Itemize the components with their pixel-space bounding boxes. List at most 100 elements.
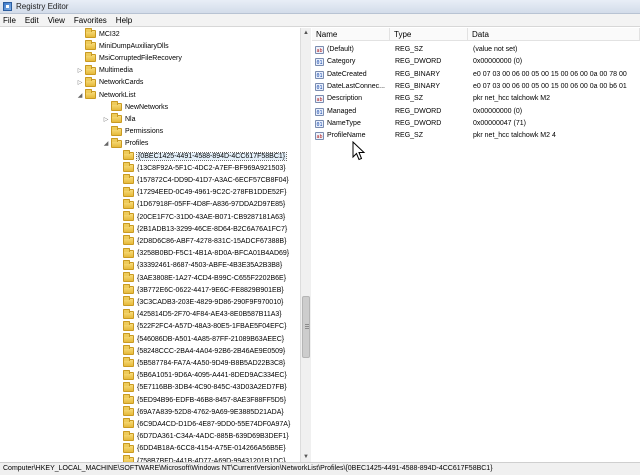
- binary-value-icon: 01: [315, 58, 324, 67]
- tree-item[interactable]: {13C8F92A-5F1C-4DC2-A7EF-BF969A921503}: [114, 162, 286, 174]
- column-name-header[interactable]: Name: [312, 28, 390, 41]
- value-name-cell: 01 Managed: [315, 106, 391, 118]
- scroll-thumb[interactable]: [302, 296, 310, 358]
- tree-item[interactable]: MiniDumpAuxiliaryDlls: [76, 40, 169, 52]
- expand-arrow-icon[interactable]: ◢: [76, 92, 84, 99]
- value-row[interactable]: 01 DateLastConnec... REG_BINARY e0 07 03 00…: [312, 81, 640, 93]
- value-row[interactable]: ab (Default) REG_SZ (value not set): [312, 44, 640, 56]
- folder-icon: [111, 125, 122, 136]
- tree-item[interactable]: {20CE1F7C-31D0-43AE-B071-CB9287181A63}: [114, 211, 285, 223]
- value-row[interactable]: 01 Category REG_DWORD 0x00000000 (0): [312, 56, 640, 68]
- tree-item[interactable]: {425814D5-2F70-4F84-AE43-8E0B587B11A3}: [114, 308, 282, 321]
- tree-item[interactable]: {6C9DA4CD-D1D6-4E87-9DD0-55E74DF0A97A}: [114, 418, 290, 430]
- scroll-down-arrow-icon[interactable]: ▼: [301, 452, 311, 462]
- tree-item[interactable]: ◢ Profiles: [102, 137, 148, 150]
- folder-icon: [123, 198, 134, 209]
- folder-icon: [123, 186, 134, 197]
- tree-item-label: Multimedia: [99, 67, 133, 75]
- tree-item[interactable]: {157872C4-DD9D-41D7-A3AC-6ECF57CB8F04}: [114, 174, 289, 186]
- scroll-up-arrow-icon[interactable]: ▲: [301, 28, 311, 38]
- tree-item[interactable]: {2D8D6C86-ABF7-4278-831C-15ADCF67388B}: [114, 235, 286, 247]
- tree-item[interactable]: ▷ NetworkCards: [76, 76, 143, 89]
- tree-item[interactable]: {546086DB-A501-4A85-87FF-21089B63AEEC}: [114, 333, 284, 345]
- expand-arrow-icon[interactable]: ◢: [102, 140, 110, 147]
- value-name-cell: ab Description: [315, 93, 391, 105]
- column-data-header[interactable]: Data: [468, 28, 640, 41]
- tree-item[interactable]: {58248CCC-2BA4-4A04-92B6-2B46AE9E0509}: [114, 345, 285, 357]
- tree-item[interactable]: {3AE3808E-1A27-4CD4-B99C-C655F2202B6E}: [114, 272, 286, 284]
- value-data: 0x00000000 (0): [473, 107, 523, 115]
- tree-item-label: {5E7116BB-3DB4-4C90-845C-43D03A2ED7FB}: [137, 384, 287, 392]
- tree-item-label: {13C8F92A-5F1C-4DC2-A7EF-BF969A921503}: [137, 164, 286, 172]
- value-row[interactable]: 01 DateCreated REG_BINARY e0 07 03 00 06 00…: [312, 69, 640, 81]
- tree-item[interactable]: {6DD4B18A-6CC8-4154-A75E-014266A56B5E}: [114, 442, 286, 455]
- tree-item[interactable]: {17294EED-0C49-4961-9C2C-278FB1DDE52F}: [114, 186, 287, 199]
- tree-item-label: {546086DB-A501-4A85-87FF-21089B63AEEC}: [137, 335, 285, 343]
- tree-item[interactable]: {1D67918F-05FF-4D8F-A836-97DDA2D97E85}: [114, 198, 285, 211]
- value-type: REG_BINARY: [395, 82, 440, 90]
- folder-icon: [123, 296, 134, 307]
- tree-item-label: {17294EED-0C49-4961-9C2C-278FB1DDE52F}: [137, 189, 287, 197]
- tree-item-label: {2B1ADB13-3299-46CE-8D64-B2C6A76A1FC7}: [137, 225, 288, 233]
- menu-help[interactable]: Help: [116, 16, 132, 25]
- tree-item[interactable]: {5B587784-FA7A-4A50-9D49-B8B5AD22B3C8}: [114, 357, 285, 369]
- tree-scrollbar[interactable]: ▲ ▼: [300, 28, 311, 462]
- tree-item[interactable]: {522F2FC4-A57D-48A3-80E5-1FBAE5F04EFC}: [114, 320, 286, 333]
- expand-arrow-icon[interactable]: ▷: [76, 67, 84, 74]
- menu-favorites[interactable]: Favorites: [74, 16, 107, 25]
- menu-file[interactable]: File: [3, 16, 16, 25]
- value-name: (Default): [327, 46, 354, 53]
- tree-item-label: {3258B0BD-F5C1-4B1A-8D0A-BFCA01B4AD69}: [137, 250, 290, 258]
- folder-icon: [85, 40, 96, 51]
- tree-item-label: {3AE3808E-1A27-4CD4-B99C-C655F2202B6E}: [137, 274, 287, 282]
- expand-arrow-icon[interactable]: ▷: [76, 79, 84, 86]
- column-type-header[interactable]: Type: [390, 28, 468, 41]
- folder-icon: [85, 64, 96, 75]
- tree-item-label: {5ED94B96-EDFB-46B8-8457-8AE3F88FF5D5}: [137, 396, 287, 404]
- menu-edit[interactable]: Edit: [25, 16, 39, 25]
- tree-item[interactable]: Permissions: [102, 125, 164, 138]
- tree-item[interactable]: NewNetworks: [102, 101, 168, 113]
- value-row[interactable]: 01 NameType REG_DWORD 0x00000047 (71): [312, 118, 640, 130]
- folder-icon: [123, 211, 134, 221]
- tree-item[interactable]: {3258B0BD-F5C1-4B1A-8D0A-BFCA01B4AD69}: [114, 247, 290, 260]
- tree-item-label: Permissions: [125, 128, 164, 136]
- tree-item[interactable]: MCI32: [76, 28, 120, 40]
- menu-view[interactable]: View: [48, 16, 65, 25]
- tree-item-label: {33392461-8687-4503-ABFE-4B3E35A2B3B8}: [137, 262, 283, 270]
- tree-item[interactable]: {5E7116BB-3DB4-4C90-845C-43D03A2ED7FB}: [114, 381, 287, 394]
- string-value-icon: ab: [315, 46, 324, 54]
- value-type: REG_DWORD: [395, 107, 442, 115]
- tree-item[interactable]: {2B1ADB13-3299-46CE-8D64-B2C6A76A1FC7}: [114, 223, 287, 235]
- registry-tree[interactable]: MCI32 MiniDumpAuxiliaryDlls MsiCorruptedFi…: [0, 28, 311, 462]
- mouse-cursor-icon: [352, 141, 366, 161]
- folder-icon: [123, 394, 134, 404]
- tree-item[interactable]: {758B7BFD-441B-4D77-A69D-99431201B1DC}: [114, 455, 286, 462]
- string-value-icon: ab: [315, 95, 324, 104]
- value-name-cell: 01 DateLastConnec...: [315, 81, 391, 93]
- tree-item[interactable]: ◢ NetworkList: [76, 89, 136, 101]
- tree-item[interactable]: ▷ Multimedia: [76, 64, 133, 77]
- value-row[interactable]: ab Description REG_SZ pkr net_hcc talchowk …: [312, 93, 640, 105]
- value-row[interactable]: 01 Managed REG_DWORD 0x00000000 (0): [312, 106, 640, 118]
- tree-item[interactable]: {6D7DA361-C34A-4ADC-885B-639D69B3DEF1}: [114, 430, 289, 443]
- folder-icon: [123, 442, 134, 453]
- tree-item[interactable]: {69A7A839-52D8-4762-9A69-9E3885D21ADA}: [114, 406, 284, 418]
- tree-item-label: NetworkList: [99, 91, 136, 99]
- tree-item[interactable]: {0BEC1425-4491-4588-894D-4CC617F58BC1}: [114, 150, 288, 162]
- folder-icon: [111, 137, 122, 148]
- tree-item[interactable]: {5ED94B96-EDFB-46B8-8457-8AE3F88FF5D5}: [114, 394, 286, 406]
- values-list[interactable]: Name Type Data ab (Default) REG_SZ (value n…: [312, 28, 640, 462]
- tree-item[interactable]: {33392461-8687-4503-ABFE-4B3E35A2B3B8}: [114, 259, 283, 272]
- tree-item[interactable]: MsiCorruptedFileRecovery: [76, 52, 182, 64]
- folder-icon: [111, 101, 122, 112]
- value-name: DateLastConnec...: [327, 82, 385, 90]
- expand-arrow-icon[interactable]: ▷: [102, 116, 110, 123]
- tree-item[interactable]: {3C3CADB3-203E-4829-9D86-290F9F970010}: [114, 296, 283, 308]
- tree-item[interactable]: {5B6A1051-9D6A-4095-A441-8DED9AC334EC}: [114, 369, 287, 382]
- folder-icon: [123, 284, 134, 295]
- tree-item[interactable]: {3B772E6C-0622-4417-9E6C-FE8829B901EB}: [114, 284, 284, 296]
- tree-item-label: {20CE1F7C-31D0-43AE-B071-CB9287181A63}: [137, 213, 286, 221]
- binary-value-icon: 01: [315, 119, 324, 128]
- tree-item[interactable]: ▷ Nla: [102, 113, 136, 125]
